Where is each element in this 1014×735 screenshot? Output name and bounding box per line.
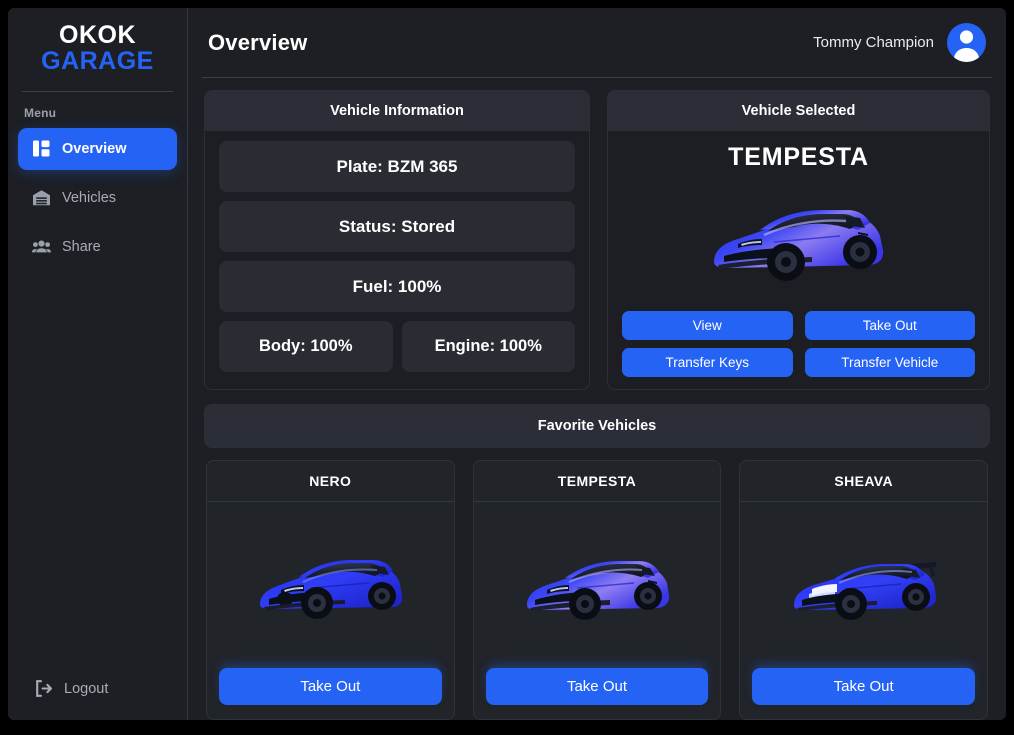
menu-label: Menu	[24, 105, 57, 120]
view-button[interactable]: View	[622, 311, 793, 340]
info-pair-row: Body: 100% Engine: 100%	[219, 321, 575, 372]
favorite-vehicles-title: Favorite Vehicles	[204, 404, 990, 448]
sidebar-item-label: Overview	[62, 140, 127, 157]
favorite-card-image	[474, 502, 721, 668]
vehicle-information-panel: Vehicle Information Plate: BZM 365 Statu…	[204, 90, 590, 390]
avatar[interactable]	[947, 23, 986, 62]
favorite-card-name: NERO	[207, 461, 454, 502]
favorite-card-name: TEMPESTA	[473, 461, 721, 502]
vehicle-actions: View Take Out Transfer Keys Transfer Veh…	[622, 307, 975, 377]
selected-vehicle-image	[622, 172, 975, 307]
selected-vehicle-name: TEMPESTA	[728, 143, 869, 171]
favorite-take-out-button[interactable]: Take Out	[752, 668, 975, 705]
info-plate: Plate: BZM 365	[219, 141, 575, 192]
vehicle-information-list: Plate: BZM 365 Status: Stored Fuel: 100%…	[219, 141, 575, 372]
transfer-keys-button[interactable]: Transfer Keys	[622, 348, 793, 377]
sidebar-item-share[interactable]: Share	[18, 226, 177, 268]
garage-icon	[32, 188, 51, 207]
take-out-button[interactable]: Take Out	[804, 311, 975, 340]
dashboard-icon	[32, 139, 51, 158]
blue-sports-car-icon	[713, 209, 883, 281]
favorite-vehicles-grid: NERO Take Out TEMPESTA Take Out SHEAVA T…	[204, 448, 990, 720]
favorite-card-name: SHEAVA	[740, 461, 987, 502]
people-icon	[32, 237, 51, 256]
favorite-card-image	[207, 502, 454, 668]
info-body: Body: 100%	[219, 321, 393, 372]
user-name: Tommy Champion	[813, 34, 934, 51]
sidebar-item-overview[interactable]: Overview	[18, 127, 177, 170]
favorite-card-image	[740, 502, 987, 668]
sidebar: OKOK GARAGE Menu Overview Vehicles Share…	[8, 8, 188, 720]
info-fuel: Fuel: 100%	[219, 261, 575, 312]
favorite-card[interactable]: NERO Take Out	[206, 460, 455, 720]
info-engine: Engine: 100%	[401, 321, 575, 372]
favorite-take-out-button[interactable]: Take Out	[219, 668, 442, 705]
app-logo: OKOK GARAGE	[8, 8, 187, 91]
app-window: OKOK GARAGE Menu Overview Vehicles Share…	[8, 8, 1006, 720]
sidebar-item-label: Vehicles	[62, 189, 117, 206]
sidebar-nav: Overview Vehicles Share	[8, 127, 187, 268]
sidebar-divider	[22, 90, 173, 92]
logo-line-2: GARAGE	[41, 47, 154, 76]
favorite-vehicles-section: Favorite Vehicles NERO Take Out TEMPESTA…	[204, 404, 990, 720]
logout-button[interactable]: Logout	[8, 679, 187, 720]
content: Vehicle Information Plate: BZM 365 Statu…	[202, 78, 992, 720]
favorite-card[interactable]: SHEAVA Take Out	[739, 460, 988, 720]
blue-coupe-car-icon	[260, 560, 403, 619]
info-status: Status: Stored	[219, 201, 575, 252]
transfer-vehicle-button[interactable]: Transfer Vehicle	[804, 348, 975, 377]
favorite-take-out-button[interactable]: Take Out	[485, 668, 709, 705]
favorite-card[interactable]: TEMPESTA Take Out	[472, 460, 722, 720]
logo-line-1: OKOK	[59, 21, 136, 49]
logout-label: Logout	[64, 680, 109, 697]
user-area[interactable]: Tommy Champion	[813, 23, 986, 62]
sidebar-item-vehicles[interactable]: Vehicles	[18, 177, 177, 219]
logout-icon	[34, 679, 53, 698]
blue-sports-car-icon	[526, 561, 670, 620]
top-row: Vehicle Information Plate: BZM 365 Statu…	[204, 90, 990, 390]
sidebar-item-label: Share	[62, 238, 101, 255]
page-title: Overview	[208, 29, 308, 55]
vehicle-selected-title: Vehicle Selected	[608, 91, 989, 131]
topbar: Overview Tommy Champion	[202, 8, 992, 78]
user-avatar-icon	[953, 30, 980, 62]
blue-supercar-icon	[793, 562, 936, 620]
vehicle-selected-panel: Vehicle Selected TEMPESTA View Take Out …	[607, 90, 990, 390]
vehicle-information-title: Vehicle Information	[205, 91, 589, 131]
main-area: Overview Tommy Champion Vehicle Informat…	[188, 8, 1006, 720]
